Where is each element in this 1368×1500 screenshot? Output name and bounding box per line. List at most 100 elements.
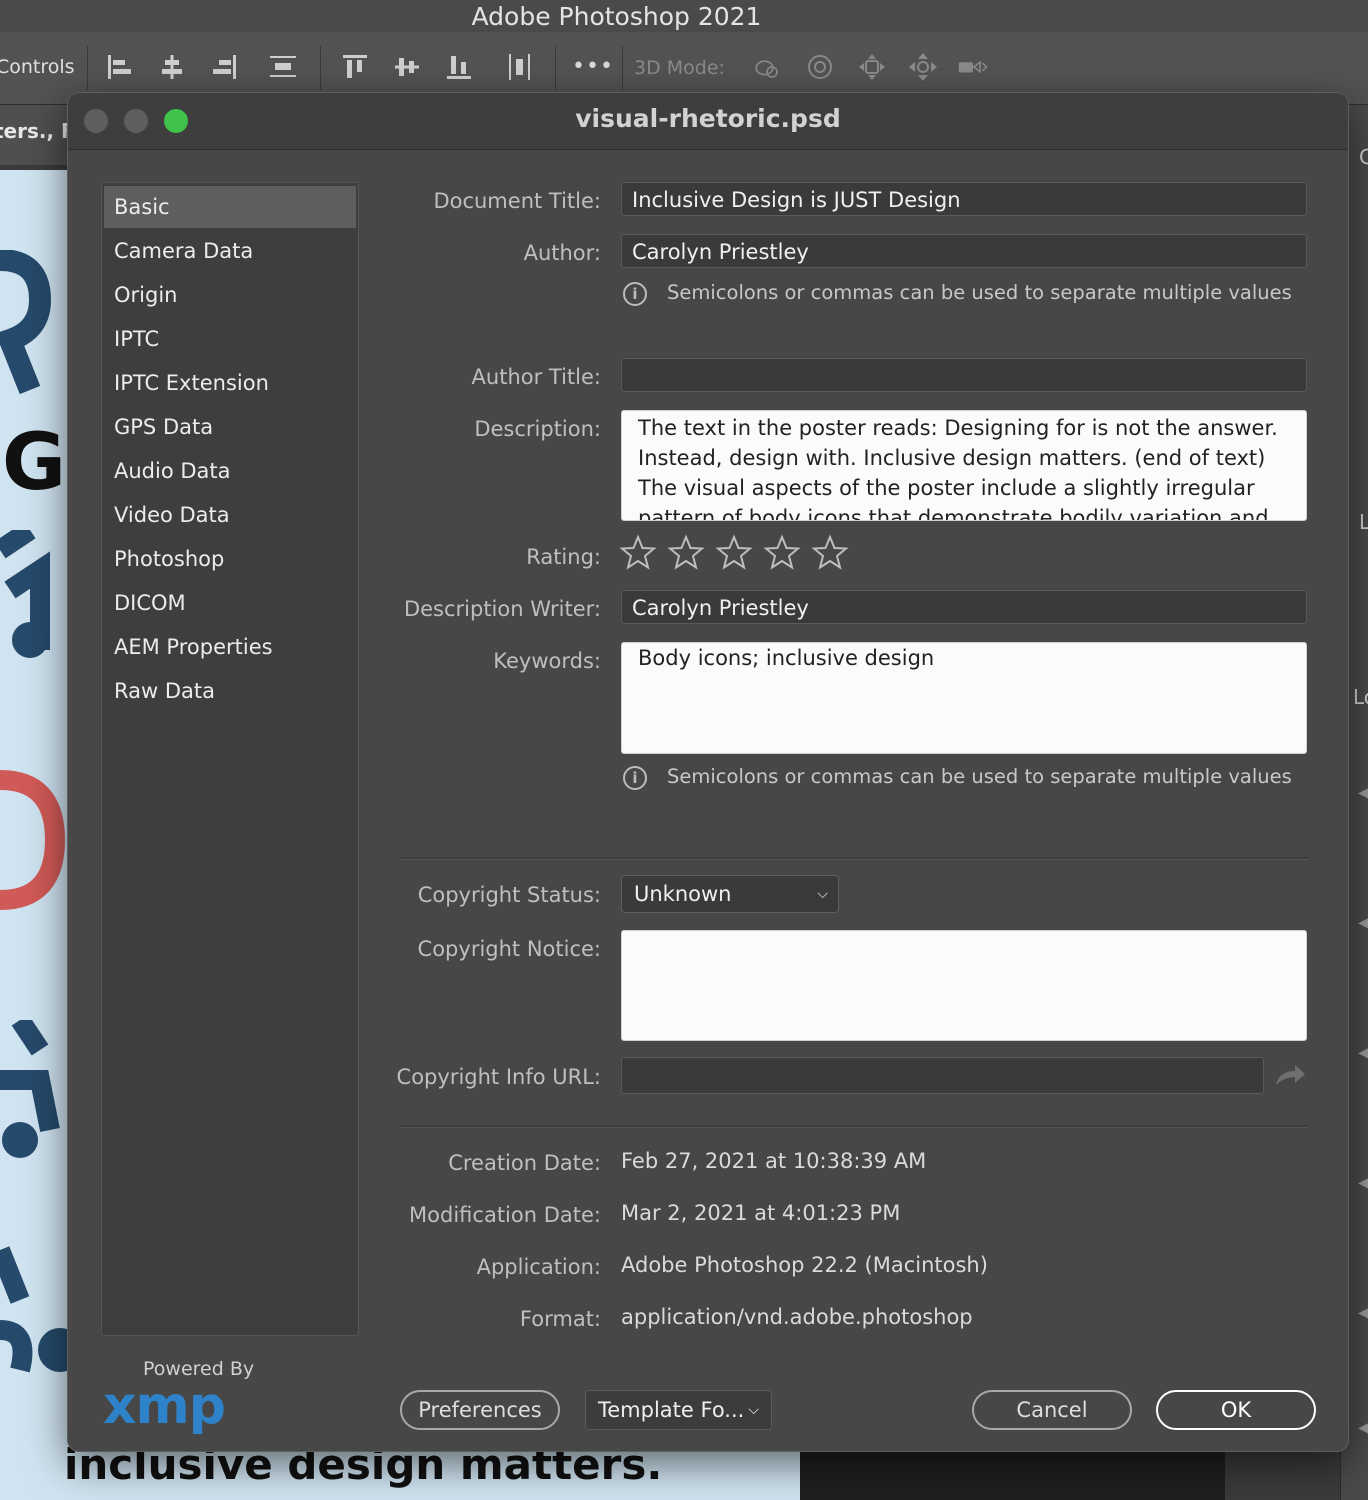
- 3d-mode-label: 3D Mode:: [634, 57, 725, 79]
- panel-expand-icon[interactable]: ◀: [1358, 1420, 1368, 1436]
- distribute-horizontal-icon[interactable]: [505, 52, 535, 82]
- description-textarea[interactable]: The text in the poster reads: Designing …: [621, 410, 1307, 521]
- separator: [320, 46, 321, 90]
- copyright-notice-label: Copyright Notice:: [417, 937, 601, 961]
- panel-expand-icon[interactable]: ◀: [1358, 1175, 1368, 1191]
- sidebar-item-origin[interactable]: Origin: [104, 274, 356, 316]
- copyright-notice-textarea[interactable]: [621, 930, 1307, 1041]
- panel-tab-letter[interactable]: C: [1359, 145, 1368, 169]
- document-title-field[interactable]: Inclusive Design is JUST Design: [621, 182, 1307, 216]
- sidebar-item-camera-data[interactable]: Camera Data: [104, 230, 356, 272]
- sidebar-item-gps-data[interactable]: GPS Data: [104, 406, 356, 448]
- xmp-logo: xmp: [103, 1376, 226, 1436]
- info-icon: i: [623, 765, 647, 790]
- author-label: Author:: [523, 241, 601, 265]
- 3d-roll-icon: [805, 52, 835, 82]
- section-divider: [401, 857, 1308, 860]
- copyright-url-label: Copyright Info URL:: [396, 1065, 601, 1089]
- align-bottom-edges-icon[interactable]: [444, 52, 474, 82]
- copyright-status-select[interactable]: Unknown ⌵: [621, 875, 839, 913]
- ok-button[interactable]: OK: [1156, 1390, 1316, 1430]
- go-to-url-icon[interactable]: [1273, 1061, 1307, 1089]
- separator: [622, 46, 623, 90]
- rating-star-4-icon[interactable]: [763, 534, 801, 572]
- 3d-slide-icon: [908, 52, 938, 82]
- sidebar-item-aem-properties[interactable]: AEM Properties: [104, 626, 356, 668]
- author-title-field[interactable]: [621, 358, 1307, 392]
- copyright-status-value: Unknown: [634, 882, 732, 906]
- chevron-down-icon: ⌵: [748, 1402, 759, 1418]
- panel-expand-icon[interactable]: ◀: [1358, 1305, 1368, 1321]
- author-hint: i Semicolons or commas can be used to sep…: [621, 281, 1292, 306]
- app-title: Adobe Photoshop 2021: [471, 1, 762, 31]
- creation-date-value: Feb 27, 2021 at 10:38:39 AM: [621, 1149, 927, 1173]
- preferences-button[interactable]: Preferences: [400, 1390, 560, 1430]
- dialog-titlebar: visual-rhetoric.psd: [68, 93, 1348, 150]
- align-horizontal-centers-icon[interactable]: [157, 52, 187, 82]
- description-label: Description:: [474, 417, 601, 441]
- 3d-camera-icon: [958, 52, 996, 82]
- body-icon-shape: [0, 1246, 70, 1373]
- sidebar-item-photoshop[interactable]: Photoshop: [104, 538, 356, 580]
- distribute-vertical-icon[interactable]: [268, 52, 298, 82]
- author-field[interactable]: Carolyn Priestley: [621, 234, 1307, 268]
- sidebar-item-video-data[interactable]: Video Data: [104, 494, 356, 536]
- separator: [87, 46, 88, 90]
- 3d-pan-icon: [857, 52, 887, 82]
- copyright-status-label: Copyright Status:: [417, 883, 601, 907]
- copyright-url-field[interactable]: [621, 1057, 1264, 1094]
- sidebar-item-basic[interactable]: Basic: [104, 186, 356, 228]
- rating-star-2-icon[interactable]: [667, 534, 705, 572]
- body-icon-shape: [0, 250, 52, 395]
- document-tab-label[interactable]: ters., F: [0, 119, 75, 143]
- sidebar-item-iptc-extension[interactable]: IPTC Extension: [104, 362, 356, 404]
- app-titlebar: Adobe Photoshop 2021: [0, 0, 1368, 32]
- keywords-hint-text: Semicolons or commas can be used to sepa…: [667, 765, 1292, 788]
- rating-star-1-icon[interactable]: [619, 534, 657, 572]
- chevron-down-icon: ⌵: [817, 886, 828, 902]
- panel-tab-letter[interactable]: Lo: [1353, 685, 1368, 709]
- rating-star-3-icon[interactable]: [715, 534, 753, 572]
- keywords-textarea[interactable]: Body icons; inclusive design: [621, 642, 1307, 754]
- panel-expand-icon[interactable]: ◀: [1358, 785, 1368, 801]
- align-right-edges-icon[interactable]: [209, 52, 239, 82]
- workspace-background: [800, 1452, 1225, 1500]
- poster-letter: G: [2, 418, 67, 508]
- template-folder-button[interactable]: Template Fo... ⌵: [585, 1390, 772, 1430]
- body-icon-shape: [0, 530, 50, 658]
- align-top-edges-icon[interactable]: [340, 52, 370, 82]
- more-options-icon[interactable]: •••: [572, 54, 614, 79]
- separator: [555, 46, 556, 90]
- body-icon-shape: [0, 770, 66, 910]
- application-value: Adobe Photoshop 22.2 (Macintosh): [621, 1253, 988, 1277]
- section-divider: [401, 1125, 1308, 1128]
- creation-date-label: Creation Date:: [448, 1151, 601, 1175]
- align-left-edges-icon[interactable]: [105, 52, 135, 82]
- keywords-label: Keywords:: [493, 649, 601, 673]
- dialog-title: visual-rhetoric.psd: [575, 104, 841, 133]
- description-writer-field[interactable]: Carolyn Priestley: [621, 590, 1307, 624]
- 3d-orbit-icon: [752, 52, 788, 82]
- body-icon-shape: [0, 1020, 60, 1158]
- author-title-label: Author Title:: [471, 365, 601, 389]
- format-label: Format:: [519, 1307, 601, 1331]
- panel-expand-icon[interactable]: ◀: [1358, 1045, 1368, 1061]
- sidebar-item-iptc[interactable]: IPTC: [104, 318, 356, 360]
- document-title-label: Document Title:: [433, 189, 601, 213]
- sidebar-item-audio-data[interactable]: Audio Data: [104, 450, 356, 492]
- panel-expand-icon[interactable]: ◀: [1358, 915, 1368, 931]
- cancel-button[interactable]: Cancel: [972, 1390, 1132, 1430]
- file-info-dialog: visual-rhetoric.psd Basic Camera Data Or…: [67, 92, 1349, 1452]
- panel-tab-letter[interactable]: L: [1359, 510, 1368, 534]
- application-label: Application:: [476, 1255, 601, 1279]
- template-folder-label: Template Fo...: [598, 1398, 745, 1422]
- show-transform-controls-label[interactable]: Controls: [0, 56, 75, 78]
- info-icon: i: [623, 281, 647, 306]
- description-writer-label: Description Writer:: [403, 597, 601, 621]
- author-hint-text: Semicolons or commas can be used to sepa…: [667, 281, 1292, 304]
- sidebar-item-raw-data[interactable]: Raw Data: [104, 670, 356, 712]
- keywords-hint: i Semicolons or commas can be used to sep…: [621, 765, 1292, 790]
- rating-star-5-icon[interactable]: [811, 534, 849, 572]
- sidebar-item-dicom[interactable]: DICOM: [104, 582, 356, 624]
- align-vertical-centers-icon[interactable]: [392, 52, 422, 82]
